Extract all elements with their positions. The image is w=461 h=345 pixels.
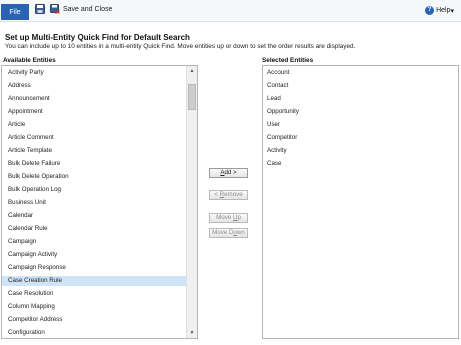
available-entity-item[interactable]: Appointment xyxy=(2,107,187,117)
page-title: Set up Multi-Entity Quick Find for Defau… xyxy=(5,33,190,42)
available-entity-item[interactable]: Bulk Operation Log xyxy=(2,185,187,195)
selected-entities-header: Selected Entities xyxy=(262,57,314,64)
selected-entity-item[interactable]: Competitor xyxy=(263,133,458,143)
available-entity-item[interactable]: Article xyxy=(2,120,187,130)
selected-entities-list[interactable]: Account Contact Lead Opportunity User Competi… xyxy=(262,65,459,339)
scroll-up-arrow-icon[interactable]: ▲ xyxy=(187,66,197,76)
selected-entity-item[interactable]: Case xyxy=(263,159,458,169)
remove-button-rest: emove xyxy=(224,191,243,198)
move-up-button[interactable]: Move Up xyxy=(209,213,248,223)
available-entity-item[interactable]: Competitor Address xyxy=(2,315,187,325)
available-entity-item[interactable]: Bulk Delete Operation xyxy=(2,172,187,182)
available-entity-item[interactable]: Business Unit xyxy=(2,198,187,208)
available-list-scrollbar[interactable]: ▲ ▼ xyxy=(186,66,197,338)
add-button[interactable]: Add > xyxy=(209,168,248,178)
help-icon: ? xyxy=(425,6,435,15)
selected-entity-item[interactable]: Account xyxy=(263,68,458,78)
scroll-down-arrow-icon[interactable]: ▼ xyxy=(187,328,197,338)
move-up-button-pre: Move xyxy=(216,214,233,221)
selected-entity-item[interactable]: Opportunity xyxy=(263,107,458,117)
selected-entity-item[interactable]: Activity xyxy=(263,146,458,156)
available-entity-item[interactable]: Case Resolution xyxy=(2,289,187,299)
floppy-disk-icon xyxy=(35,4,45,14)
available-entity-item[interactable]: Announcement xyxy=(2,94,187,104)
save-and-close-button[interactable]: Save and Close xyxy=(50,3,112,15)
file-button[interactable]: File xyxy=(1,4,29,20)
command-bar: File Save and Close ? Help ▾ xyxy=(0,0,461,22)
available-entity-item[interactable]: Case Creation Rule xyxy=(2,276,187,286)
available-entity-item[interactable]: Calendar xyxy=(2,211,187,221)
save-and-close-label: Save and Close xyxy=(63,5,113,13)
available-entity-item[interactable]: Calendar Rule xyxy=(2,224,187,234)
selected-entity-item[interactable]: Contact xyxy=(263,81,458,91)
save-button[interactable] xyxy=(34,3,46,15)
available-entity-item[interactable]: Address xyxy=(2,81,187,91)
available-entity-item[interactable]: Column Mapping xyxy=(2,302,187,312)
page-description: You can include up to 10 entities in a m… xyxy=(5,43,356,50)
save-and-close-icon xyxy=(50,4,60,14)
available-entity-item[interactable]: Article Template xyxy=(2,146,187,156)
selected-entity-item[interactable]: Lead xyxy=(263,94,458,104)
available-entity-item[interactable]: Activity Party xyxy=(2,68,187,78)
available-entity-item[interactable]: Article Comment xyxy=(2,133,187,143)
available-entity-item[interactable]: Campaign Response xyxy=(2,263,187,273)
available-entities-list[interactable]: Activity Party Address Announcement Appoint… xyxy=(1,65,198,339)
help-dropdown-icon: ▾ xyxy=(450,7,454,15)
move-down-button-pre: Move D xyxy=(212,229,234,236)
move-up-button-rest: p xyxy=(237,214,241,221)
selected-entity-item[interactable]: User xyxy=(263,120,458,130)
available-entity-item[interactable]: Bulk Delete Failure xyxy=(2,159,187,169)
file-button-label: File xyxy=(9,8,21,16)
available-entity-item[interactable]: Configuration xyxy=(2,328,187,338)
add-button-rest: dd > xyxy=(224,169,237,176)
help-label: Help xyxy=(436,7,451,14)
available-entities-header: Available Entities xyxy=(3,57,56,64)
available-entity-item[interactable]: Campaign xyxy=(2,237,187,247)
help-button[interactable]: ? Help ▾ xyxy=(425,6,454,15)
available-entity-item[interactable]: Campaign Activity xyxy=(2,250,187,260)
move-down-button[interactable]: Move Down xyxy=(209,228,248,238)
remove-button[interactable]: < Remove xyxy=(209,190,248,200)
scroll-thumb[interactable] xyxy=(188,84,196,110)
move-down-button-rest: wn xyxy=(236,229,245,236)
